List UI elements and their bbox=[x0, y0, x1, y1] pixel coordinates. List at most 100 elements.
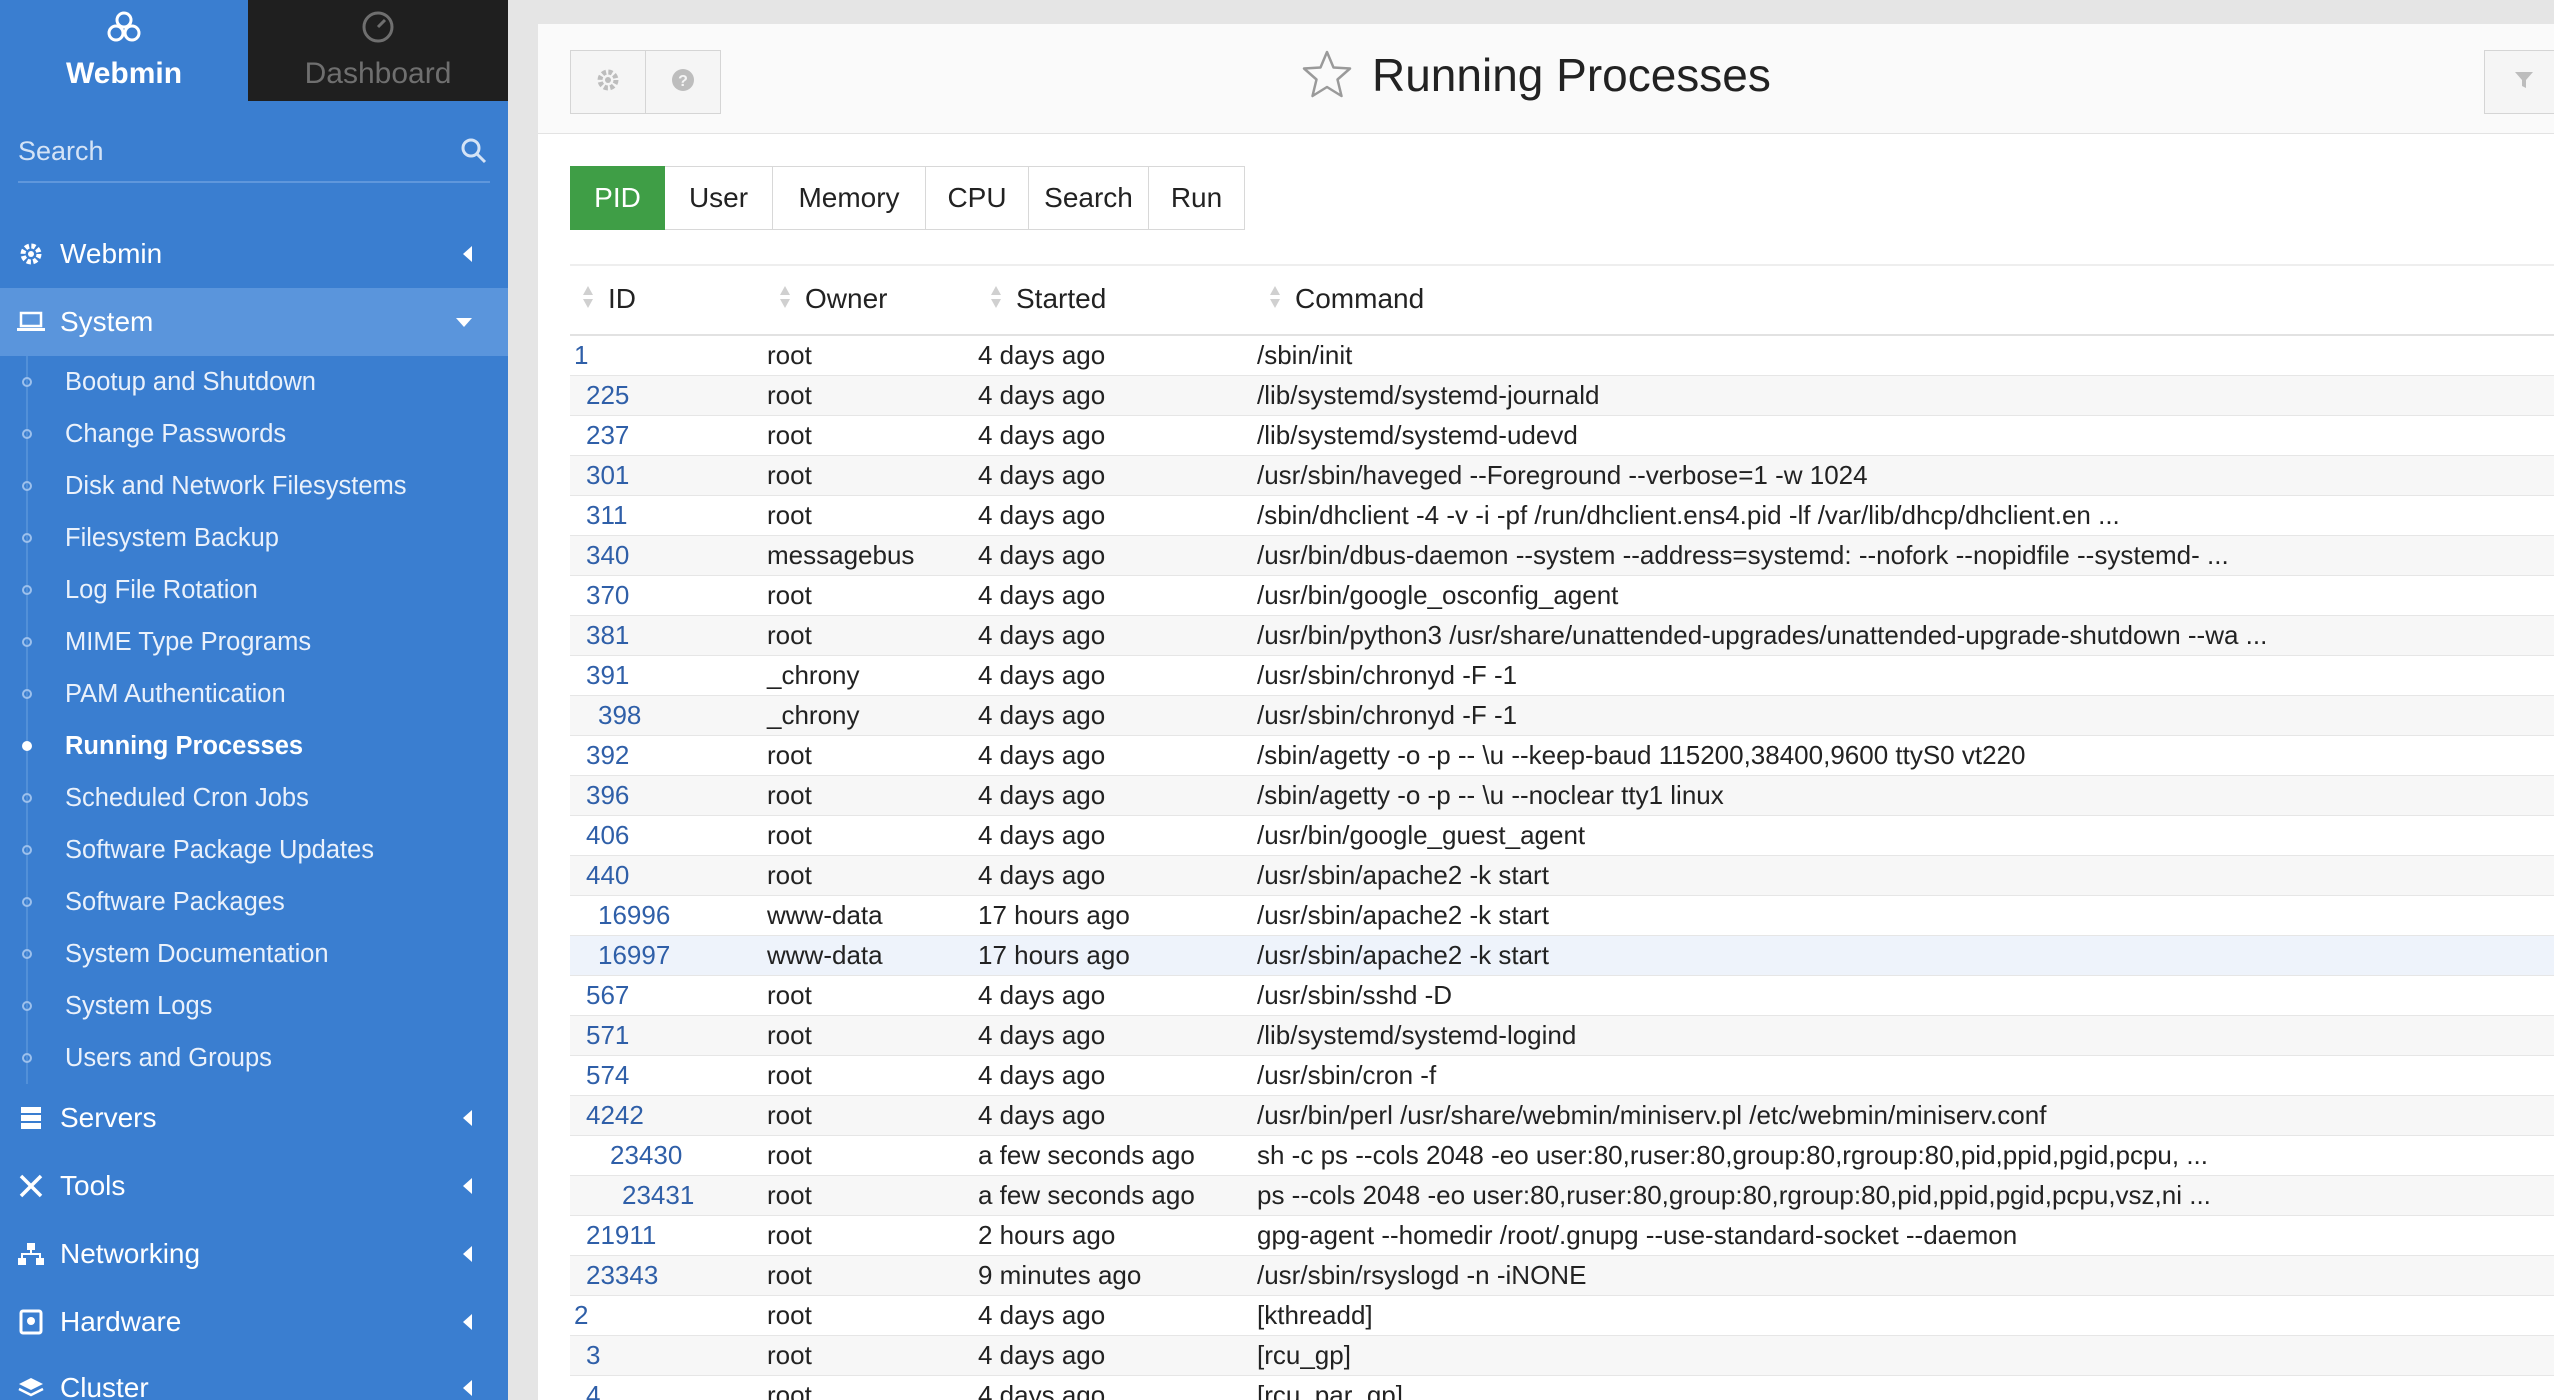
sidebar-item-disk-and-network-filesystems[interactable]: Disk and Network Filesystems bbox=[0, 460, 508, 512]
process-id-link[interactable]: 16997 bbox=[570, 935, 767, 976]
process-id-link[interactable]: 2 bbox=[570, 1295, 767, 1336]
tab-user[interactable]: User bbox=[665, 166, 773, 230]
column-header-command[interactable]: Command bbox=[1257, 264, 2554, 336]
tab-search[interactable]: Search bbox=[1029, 166, 1149, 230]
dashboard-label: Dashboard bbox=[304, 57, 452, 90]
process-started: 4 days ago bbox=[978, 575, 1257, 616]
sidebar-category-tools[interactable]: Tools bbox=[0, 1152, 508, 1220]
process-id-link[interactable]: 571 bbox=[570, 1015, 767, 1056]
filter-icon bbox=[2513, 69, 2535, 96]
process-id-link[interactable]: 1 bbox=[570, 335, 767, 376]
search-icon[interactable] bbox=[460, 137, 488, 170]
process-id-link[interactable]: 311 bbox=[570, 495, 767, 536]
column-header-owner[interactable]: Owner bbox=[767, 264, 978, 336]
process-id-link[interactable]: 301 bbox=[570, 455, 767, 496]
bullet-icon bbox=[22, 897, 32, 907]
column-header-id[interactable]: ID bbox=[570, 264, 767, 336]
process-id-link[interactable]: 21911 bbox=[570, 1215, 767, 1256]
process-id-link[interactable]: 4242 bbox=[570, 1095, 767, 1136]
sidebar-item-label: Scheduled Cron Jobs bbox=[65, 783, 309, 812]
page-title: Running Processes bbox=[1372, 49, 1771, 101]
table-row: 406 root 4 days ago/usr/bin/google_guest_a… bbox=[570, 815, 2554, 856]
sidebar-item-running-processes[interactable]: Running Processes bbox=[0, 720, 508, 772]
sidebar-item-scheduled-cron-jobs[interactable]: Scheduled Cron Jobs bbox=[0, 772, 508, 824]
table-row: 381 root 4 days ago/usr/bin/python3 /usr/s… bbox=[570, 615, 2554, 656]
sidebar-item-label: Disk and Network Filesystems bbox=[65, 471, 407, 500]
dashboard-tab[interactable]: Dashboard bbox=[248, 0, 508, 101]
process-id-link[interactable]: 370 bbox=[570, 575, 767, 616]
tab-run[interactable]: Run bbox=[1149, 166, 1245, 230]
collapse-arrow-icon bbox=[463, 1178, 472, 1194]
process-id-link[interactable]: 23430 bbox=[570, 1135, 767, 1176]
process-command: /usr/sbin/sshd -D bbox=[1257, 975, 2554, 1016]
process-owner: root bbox=[767, 335, 978, 376]
process-owner: _chrony bbox=[767, 655, 978, 696]
table-row: 2 root 4 days ago [kthreadd] bbox=[570, 1295, 2554, 1336]
process-id-link[interactable]: 398 bbox=[570, 695, 767, 736]
tab-memory[interactable]: Memory bbox=[773, 166, 926, 230]
help-button[interactable]: ? bbox=[645, 50, 721, 114]
sidebar-item-pam-authentication[interactable]: PAM Authentication bbox=[0, 668, 508, 720]
category-label: Tools bbox=[60, 1170, 126, 1201]
process-id-link[interactable]: 574 bbox=[570, 1055, 767, 1096]
gear-icon bbox=[16, 239, 46, 269]
process-id-link[interactable]: 16996 bbox=[570, 895, 767, 936]
category-label: System bbox=[60, 306, 154, 337]
process-id-link[interactable]: 567 bbox=[570, 975, 767, 1016]
bullet-icon bbox=[22, 377, 32, 387]
process-id-link[interactable]: 396 bbox=[570, 775, 767, 816]
process-id-link[interactable]: 391 bbox=[570, 655, 767, 696]
process-id-link[interactable]: 4 bbox=[570, 1375, 767, 1400]
sidebar-item-system-logs[interactable]: System Logs bbox=[0, 980, 508, 1032]
sidebar-item-label: Change Passwords bbox=[65, 419, 287, 448]
process-id-link[interactable]: 340 bbox=[570, 535, 767, 576]
process-id-link[interactable]: 23343 bbox=[570, 1255, 767, 1296]
process-command: /usr/sbin/apache2 -k start bbox=[1257, 935, 2554, 976]
sidebar-category-webmin[interactable]: Webmin bbox=[0, 220, 508, 288]
sidebar-item-software-packages[interactable]: Software Packages bbox=[0, 876, 508, 928]
module-config-button[interactable] bbox=[570, 50, 646, 114]
tab-pid[interactable]: PID bbox=[570, 166, 665, 230]
sidebar-category-servers[interactable]: Servers bbox=[0, 1084, 508, 1152]
sidebar-item-filesystem-backup[interactable]: Filesystem Backup bbox=[0, 512, 508, 564]
sidebar-item-users-and-groups[interactable]: Users and Groups bbox=[0, 1032, 508, 1084]
webmin-brand-tab[interactable]: Webmin bbox=[0, 0, 248, 101]
sidebar-item-system-documentation[interactable]: System Documentation bbox=[0, 928, 508, 980]
process-id-link[interactable]: 23431 bbox=[570, 1175, 767, 1216]
process-owner: root bbox=[767, 1215, 978, 1256]
sidebar-item-change-passwords[interactable]: Change Passwords bbox=[0, 408, 508, 460]
sidebar-category-hardware[interactable]: Hardware bbox=[0, 1288, 508, 1356]
star-icon[interactable] bbox=[1300, 48, 1354, 107]
tab-cpu[interactable]: CPU bbox=[926, 166, 1029, 230]
process-id-link[interactable]: 440 bbox=[570, 855, 767, 896]
process-id-link[interactable]: 237 bbox=[570, 415, 767, 456]
brand-label: Webmin bbox=[65, 57, 183, 90]
sidebar-item-bootup-and-shutdown[interactable]: Bootup and Shutdown bbox=[0, 356, 508, 408]
process-id-link[interactable]: 225 bbox=[570, 375, 767, 416]
process-id-link[interactable]: 381 bbox=[570, 615, 767, 656]
process-id-link[interactable]: 406 bbox=[570, 815, 767, 856]
sidebar-item-label: Software Packages bbox=[65, 887, 285, 916]
sidebar-item-software-package-updates[interactable]: Software Package Updates bbox=[0, 824, 508, 876]
table-row: 23430 root a few seconds ago sh -c ps --col… bbox=[570, 1135, 2554, 1176]
sort-icon bbox=[990, 284, 1002, 317]
sidebar-search-input[interactable] bbox=[18, 135, 438, 167]
process-started: 4 days ago bbox=[978, 495, 1257, 536]
process-owner: root bbox=[767, 375, 978, 416]
filter-button[interactable] bbox=[2484, 50, 2554, 114]
sidebar-item-mime-type-programs[interactable]: MIME Type Programs bbox=[0, 616, 508, 668]
sidebar-category-system[interactable]: System bbox=[0, 288, 508, 356]
column-header-started[interactable]: Started bbox=[978, 264, 1257, 336]
sidebar-item-log-file-rotation[interactable]: Log File Rotation bbox=[0, 564, 508, 616]
sidebar-category-networking[interactable]: Networking bbox=[0, 1220, 508, 1288]
process-command: /usr/bin/google_osconfig_agent bbox=[1257, 575, 2554, 616]
process-started: 4 days ago bbox=[978, 775, 1257, 816]
collapse-arrow-icon bbox=[463, 246, 472, 262]
sidebar-category-cluster[interactable]: Cluster bbox=[0, 1354, 508, 1400]
process-id-link[interactable]: 3 bbox=[570, 1335, 767, 1376]
process-command: /usr/sbin/chronyd -F -1 bbox=[1257, 695, 2554, 736]
table-row: 398 _chrony 4 days ago/usr/sbin/chronyd -F… bbox=[570, 695, 2554, 736]
sidebar-item-label: Users and Groups bbox=[65, 1043, 272, 1072]
process-id-link[interactable]: 392 bbox=[570, 735, 767, 776]
table-row: 23343 root 9 minutes ago/usr/sbin/rsyslogd… bbox=[570, 1255, 2554, 1296]
